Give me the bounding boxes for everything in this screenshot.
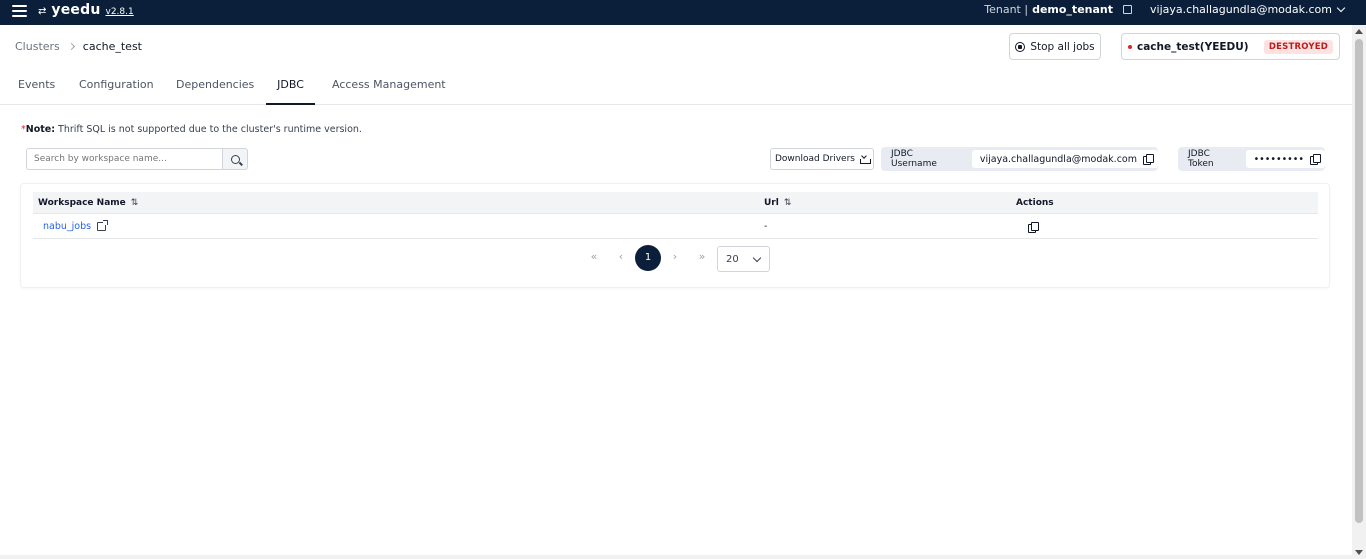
tenant-name: demo_tenant: [1032, 3, 1113, 16]
breadcrumb-current: cache_test: [82, 40, 142, 53]
app-version[interactable]: v2.8.1: [106, 7, 134, 17]
scrollbar-thumb[interactable]: [1355, 39, 1363, 523]
jdbc-username-value-box: vijaya.challagundla@modak.com: [971, 150, 1158, 168]
download-drivers-label: Download Drivers: [775, 154, 855, 164]
stop-all-jobs-button[interactable]: Stop all jobs: [1009, 33, 1101, 60]
note-label: Note:: [25, 124, 56, 135]
next-page-button[interactable]: ›: [666, 245, 684, 271]
scroll-down-icon[interactable]: [1355, 550, 1363, 555]
chevron-down-icon: [752, 253, 762, 263]
jdbc-token-value-box: •••••••••: [1245, 150, 1325, 168]
search-input[interactable]: [26, 148, 223, 170]
tab-events[interactable]: Events: [18, 68, 55, 105]
column-header-url[interactable]: Url ⇅: [764, 192, 791, 214]
cluster-name: cache_test(YEEDU): [1137, 40, 1249, 53]
chevron-down-icon: [1336, 3, 1346, 13]
scroll-up-icon[interactable]: [1355, 29, 1363, 34]
breadcrumb: Clusters cache_test: [15, 40, 142, 53]
status-dot-icon: [1128, 44, 1132, 49]
tenant-label: Tenant |: [984, 3, 1029, 16]
workspace-search: [26, 148, 248, 170]
column-header-actions: Actions: [1016, 192, 1054, 214]
tab-bar: Events Configuration Dependencies JDBC A…: [0, 68, 1352, 105]
app-logo[interactable]: ⇄ yeedu v2.8.1: [38, 2, 134, 18]
column-label: Actions: [1016, 198, 1054, 208]
chevron-right-icon: [67, 42, 75, 51]
external-link-icon[interactable]: [97, 220, 109, 231]
stop-icon: [1015, 41, 1026, 52]
sort-icon[interactable]: ⇅: [784, 192, 792, 214]
column-label: Url: [764, 198, 779, 208]
user-email: vijaya.challagundla@modak.com: [1150, 3, 1332, 16]
table-row: nabu_jobs -: [33, 214, 1318, 239]
jdbc-username-value: vijaya.challagundla@modak.com: [979, 153, 1137, 165]
jdbc-token-value: •••••••••: [1253, 153, 1304, 165]
stop-all-jobs-label: Stop all jobs: [1030, 40, 1095, 53]
page-size-value: 20: [726, 253, 739, 265]
app-name: yeedu: [51, 2, 101, 18]
jdbc-token-label: JDBC Token: [1188, 149, 1214, 169]
jdbc-username-label: JDBC Username: [891, 149, 937, 169]
copy-icon[interactable]: [1028, 221, 1039, 233]
actions-cell: [1028, 214, 1039, 239]
column-header-workspace-name[interactable]: Workspace Name ⇅: [38, 192, 138, 214]
last-page-button[interactable]: »: [693, 245, 711, 271]
menu-icon[interactable]: [12, 5, 27, 17]
previous-page-button[interactable]: ‹: [612, 245, 630, 271]
table-header: Workspace Name ⇅ Url ⇅ Actions: [33, 192, 1318, 214]
note-text: Thrift SQL is not supported due to the c…: [55, 124, 362, 135]
breadcrumb-clusters-link[interactable]: Clusters: [15, 40, 60, 53]
column-label: Workspace Name: [38, 198, 126, 208]
external-link-icon[interactable]: [1123, 5, 1132, 14]
cluster-status-box: cache_test(YEEDU) DESTROYED: [1121, 33, 1340, 60]
page-size-select[interactable]: 20: [717, 246, 770, 272]
download-drivers-button[interactable]: Download Drivers: [770, 148, 874, 170]
jdbc-token-field: JDBC Token •••••••••: [1178, 147, 1325, 171]
search-icon: [230, 154, 240, 164]
search-button[interactable]: [223, 148, 248, 170]
runtime-note: *Note: Thrift SQL is not supported due t…: [21, 124, 362, 135]
workspace-link[interactable]: nabu_jobs: [43, 215, 91, 239]
top-navbar: ⇄ yeedu v2.8.1 Tenant | demo_tenant vija…: [0, 0, 1366, 25]
tab-access-management[interactable]: Access Management: [332, 68, 446, 105]
tab-configuration[interactable]: Configuration: [79, 68, 154, 105]
tab-dependencies[interactable]: Dependencies: [176, 68, 254, 105]
sort-icon[interactable]: ⇅: [131, 192, 139, 214]
tab-jdbc[interactable]: JDBC: [266, 68, 315, 105]
jdbc-username-field: JDBC Username vijaya.challagundla@modak.…: [881, 147, 1158, 171]
copy-icon[interactable]: [1143, 154, 1154, 165]
download-icon: [859, 155, 871, 164]
current-page-button[interactable]: 1: [635, 245, 661, 271]
vertical-scrollbar[interactable]: [1352, 25, 1366, 559]
tenant-selector[interactable]: Tenant | demo_tenant: [984, 3, 1132, 16]
url-cell: -: [764, 220, 768, 232]
first-page-button[interactable]: «: [585, 245, 603, 271]
logo-mark-icon: ⇄: [38, 6, 47, 17]
copy-icon[interactable]: [1310, 154, 1321, 165]
workspace-cell: nabu_jobs: [43, 214, 109, 239]
user-menu[interactable]: vijaya.challagundla@modak.com: [1150, 3, 1346, 16]
status-badge: DESTROYED: [1263, 40, 1333, 54]
horizontal-scrollbar[interactable]: [0, 555, 1352, 559]
